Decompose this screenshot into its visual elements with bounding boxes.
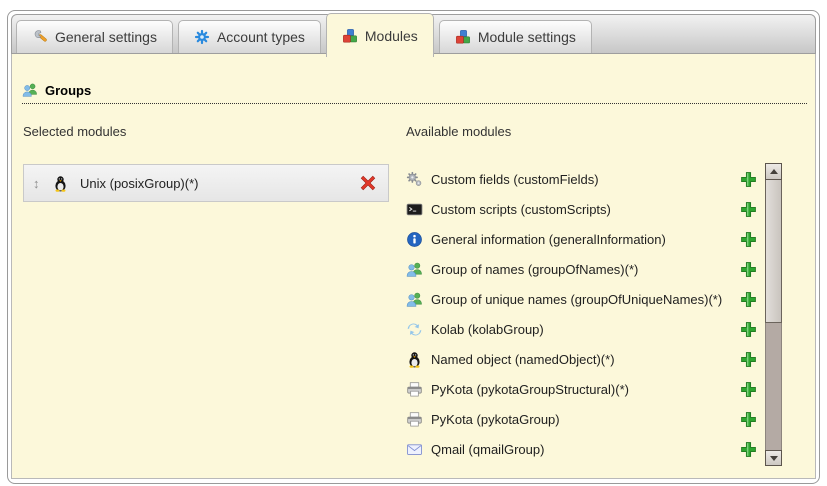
add-module-icon[interactable] — [740, 351, 757, 368]
group-icon — [406, 261, 423, 278]
add-module-icon[interactable] — [740, 411, 757, 428]
available-module-row: Group of names (groupOfNames)(*) — [406, 254, 759, 284]
available-modules-panel: Available modules Custom fields (customF… — [406, 124, 759, 464]
printer-icon — [406, 381, 423, 398]
down-arrow-icon — [770, 456, 778, 461]
add-module-icon[interactable] — [740, 231, 757, 248]
tab-module-settings[interactable]: Module settings — [439, 20, 592, 53]
selected-modules-list: ↕ Unix (posixGroup)(*) — [23, 164, 389, 202]
add-module-icon[interactable] — [740, 171, 757, 188]
available-module-row: Group of unique names (groupOfUniqueName… — [406, 284, 759, 314]
available-module-row: General information (generalInformation) — [406, 224, 759, 254]
wrench-icon — [32, 29, 48, 45]
scrollbar-track[interactable] — [765, 323, 782, 450]
available-module-label: Qmail (qmailGroup) — [431, 442, 732, 457]
available-modules-list: Custom fields (customFields) Custom scri… — [406, 164, 759, 464]
scroll-up-button[interactable] — [765, 163, 782, 180]
scroll-down-button[interactable] — [765, 450, 782, 466]
add-module-icon[interactable] — [740, 381, 757, 398]
available-module-row: Named object (namedObject)(*) — [406, 344, 759, 374]
available-modules-label: Available modules — [406, 124, 759, 139]
available-module-row: Custom fields (customFields) — [406, 164, 759, 194]
group-icon — [406, 291, 423, 308]
up-arrow-icon — [770, 169, 778, 174]
available-module-label: Group of names (groupOfNames)(*) — [431, 262, 732, 277]
available-module-label: Named object (namedObject)(*) — [431, 352, 732, 367]
tab-general-settings[interactable]: General settings — [16, 20, 173, 53]
add-module-icon[interactable] — [740, 201, 757, 218]
available-module-label: Custom scripts (customScripts) — [431, 202, 732, 217]
selected-module-label: Unix (posixGroup)(*) — [80, 176, 360, 191]
tab-label: General settings — [55, 29, 157, 45]
mail-icon — [406, 441, 423, 458]
modules-cubes-icon — [342, 28, 358, 44]
available-module-label: Group of unique names (groupOfUniqueName… — [431, 292, 732, 307]
available-module-label: PyKota (pykotaGroupStructural)(*) — [431, 382, 732, 397]
terminal-icon — [406, 201, 423, 218]
kolab-icon — [406, 321, 423, 338]
section-title: Groups — [45, 83, 91, 98]
available-module-label: Custom fields (customFields) — [431, 172, 732, 187]
modules-tab-content: Groups Selected modules ↕ Unix (posixGro… — [11, 54, 816, 479]
add-module-icon[interactable] — [740, 291, 757, 308]
selected-module-row: ↕ Unix (posixGroup)(*) — [23, 164, 389, 202]
remove-module-icon[interactable] — [360, 175, 376, 191]
tux-icon — [52, 175, 69, 192]
available-module-label: Kolab (kolabGroup) — [431, 322, 732, 337]
tab-account-types[interactable]: Account types — [178, 20, 321, 53]
selected-modules-label: Selected modules — [23, 124, 389, 139]
groups-icon — [22, 82, 38, 98]
section-heading-groups: Groups — [22, 82, 807, 104]
tab-label: Module settings — [478, 29, 576, 45]
available-module-row: Custom scripts (customScripts) — [406, 194, 759, 224]
tux-icon — [406, 351, 423, 368]
tab-label: Modules — [365, 28, 418, 44]
add-module-icon[interactable] — [740, 261, 757, 278]
available-module-row: PyKota (pykotaGroupStructural)(*) — [406, 374, 759, 404]
tab-modules[interactable]: Modules — [326, 13, 434, 57]
printer-icon — [406, 411, 423, 428]
blue-gear-icon — [194, 29, 210, 45]
settings-frame: General settings Account types Modules M… — [7, 10, 820, 484]
scrollbar-thumb[interactable] — [765, 180, 782, 323]
available-module-label: General information (generalInformation) — [431, 232, 732, 247]
move-handle-icon[interactable]: ↕ — [33, 177, 47, 190]
available-module-row: Qmail (qmailGroup) — [406, 434, 759, 464]
add-module-icon[interactable] — [740, 321, 757, 338]
tab-label: Account types — [217, 29, 305, 45]
modules-cubes-icon — [455, 29, 471, 45]
available-module-row: Kolab (kolabGroup) — [406, 314, 759, 344]
add-module-icon[interactable] — [740, 441, 757, 458]
info-icon — [406, 231, 423, 248]
available-module-row: PyKota (pykotaGroup) — [406, 404, 759, 434]
gears-icon — [406, 171, 423, 188]
tab-strip: General settings Account types Modules M… — [11, 14, 816, 54]
selected-modules-panel: Selected modules ↕ Unix (posixGroup)(*) — [23, 124, 389, 202]
available-modules-scrollbar[interactable] — [765, 163, 782, 466]
available-module-label: PyKota (pykotaGroup) — [431, 412, 732, 427]
